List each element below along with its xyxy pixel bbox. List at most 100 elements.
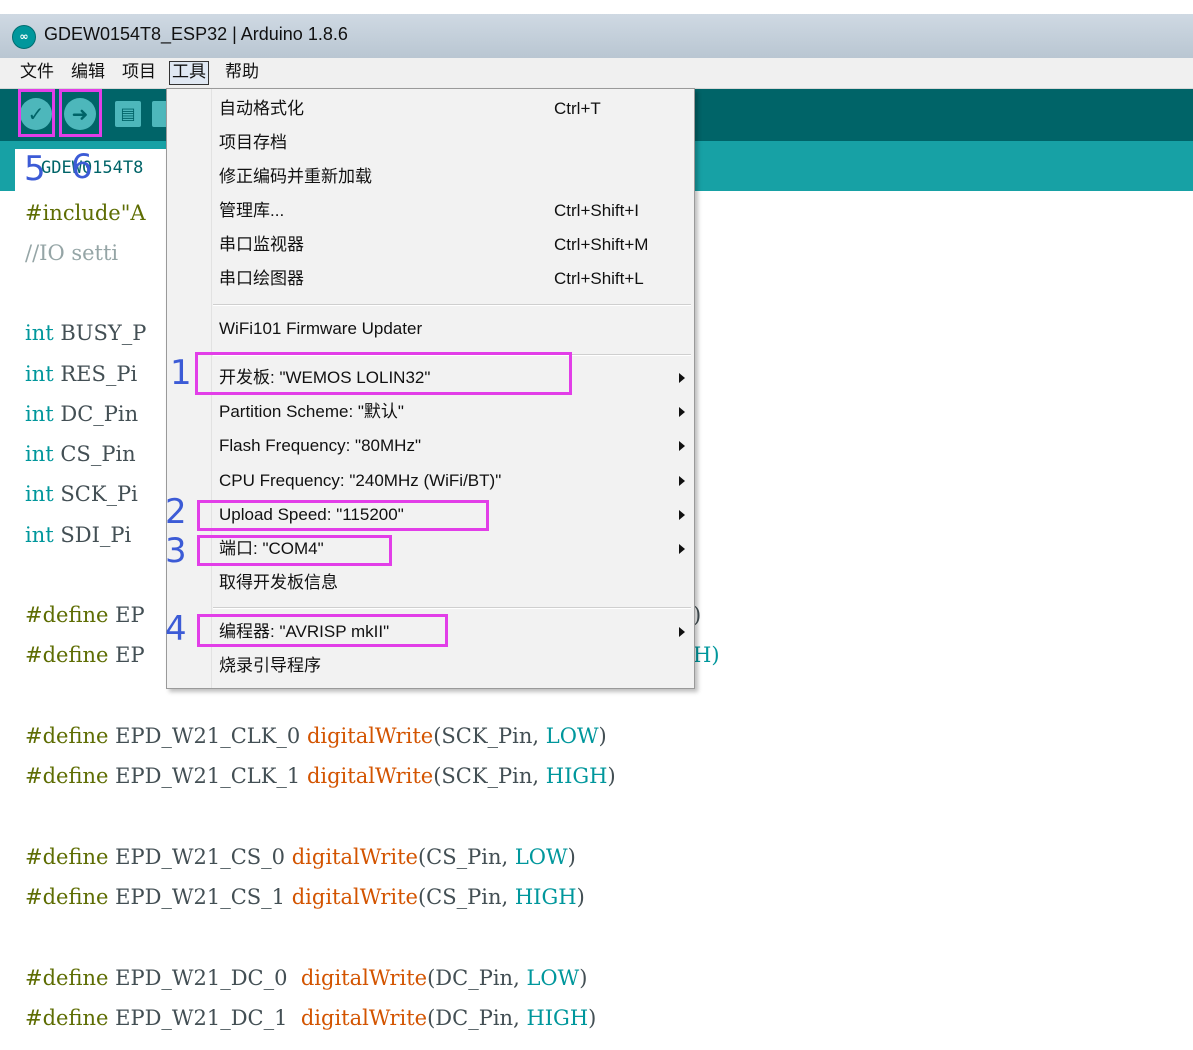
code-text: ) <box>588 1006 597 1030</box>
code-function: digitalWrite <box>306 764 434 788</box>
shortcut-label: Ctrl+Shift+L <box>554 269 644 288</box>
code-text: EP <box>108 643 145 667</box>
code-text: EPD_W21_CS_1 <box>108 885 292 909</box>
code-text: DC_Pin <box>53 402 139 426</box>
code-line: //IO setti <box>25 241 119 265</box>
code-directive: #define <box>25 603 109 627</box>
menu-item-manage-libraries[interactable]: 管理库... <box>219 196 284 226</box>
code-text: ) <box>711 643 720 667</box>
menu-help[interactable]: 帮助 <box>223 61 261 83</box>
highlight-box-port <box>197 535 392 566</box>
code-directive: #define <box>25 1006 109 1030</box>
code-text: EPD_W21_DC_1 <box>108 1006 301 1030</box>
shortcut-label: Ctrl+T <box>554 99 601 118</box>
code-text: (CS_Pin, <box>417 885 515 909</box>
code-text: (SCK_Pin, <box>433 764 546 788</box>
code-line: int SDI_Pi <box>25 523 131 547</box>
code-constant: LOW <box>526 966 580 990</box>
menu-file[interactable]: 文件 <box>18 61 56 83</box>
menu-item-partition-scheme[interactable]: Partition Scheme: "默认" <box>219 397 404 427</box>
code-function: digitalWrite <box>291 885 418 909</box>
code-line: int SCK_Pi <box>25 482 138 506</box>
code-line: #define EPD_W21_CLK_0 digitalWrite(SCK_P… <box>25 724 607 748</box>
submenu-arrow-icon <box>679 407 685 417</box>
annotation-number: 2 <box>165 492 187 532</box>
code-text: BUSY_P <box>53 321 147 345</box>
code-text: ) <box>598 724 607 748</box>
new-sketch-button[interactable]: ▤ <box>115 101 141 127</box>
annotation-number: 4 <box>165 609 187 649</box>
shortcut-label: Ctrl+Shift+M <box>554 235 649 254</box>
code-line: #include"A <box>25 201 146 225</box>
highlight-box-board <box>195 352 572 395</box>
code-line: int RES_Pi <box>25 362 137 386</box>
highlight-box-programmer <box>197 614 448 647</box>
menu-item-auto-format[interactable]: 自动格式化 <box>219 94 304 124</box>
code-text: (DC_Pin, <box>427 1006 527 1030</box>
code-function: digitalWrite <box>300 966 428 990</box>
code-line: #define EPD_W21_CLK_1 digitalWrite(SCK_P… <box>25 764 616 788</box>
menu-item-archive-sketch[interactable]: 项目存档 <box>219 128 287 158</box>
menu-separator <box>213 304 691 306</box>
code-text: (SCK_Pin, <box>433 724 546 748</box>
code-directive: #define <box>25 885 109 909</box>
menu-tools[interactable]: 工具 <box>169 61 209 85</box>
code-constant: H <box>693 643 712 667</box>
code-function: digitalWrite <box>306 724 434 748</box>
code-text: EPD_W21_CLK_1 <box>108 764 307 788</box>
shortcut-label: Ctrl+Shift+I <box>554 201 640 220</box>
menu-edit[interactable]: 编辑 <box>69 61 107 83</box>
code-directive: #define <box>25 966 109 990</box>
annotation-number: 6 <box>71 147 93 187</box>
window-titlebar: ∞ GDEW0154T8_ESP32 | Arduino 1.8.6 <box>0 14 1193 58</box>
submenu-arrow-icon <box>679 544 685 554</box>
highlight-box-upload <box>59 89 102 137</box>
menu-item-wifi101-updater[interactable]: WiFi101 Firmware Updater <box>219 314 422 344</box>
menu-item-flash-frequency[interactable]: Flash Frequency: "80MHz" <box>219 431 421 461</box>
code-directive: #define <box>25 845 109 869</box>
code-line: #define EPD_W21_DC_1 digitalWrite(DC_Pin… <box>25 1006 596 1030</box>
menu-item-board-info[interactable]: 取得开发板信息 <box>219 568 338 598</box>
code-line: #define EP <box>25 643 145 667</box>
menu-sketch[interactable]: 项目 <box>120 61 158 83</box>
code-text: (CS_Pin, <box>417 845 515 869</box>
code-function: digitalWrite <box>291 845 418 869</box>
code-line: #define EPD_W21_DC_0 digitalWrite(DC_Pin… <box>25 966 587 990</box>
code-keyword: int <box>25 362 54 386</box>
code-text: ) <box>579 966 588 990</box>
code-text: SDI_Pi <box>53 523 132 547</box>
code-line: int DC_Pin <box>25 402 138 426</box>
code-constant: LOW <box>514 845 568 869</box>
code-text: EPD_W21_DC_0 <box>108 966 301 990</box>
code-text: SCK_Pi <box>53 482 138 506</box>
code-keyword: int <box>25 482 54 506</box>
code-line: #define EPD_W21_CS_0 digitalWrite(CS_Pin… <box>25 845 576 869</box>
code-keyword: int <box>25 402 54 426</box>
annotation-number: 1 <box>170 353 192 393</box>
submenu-arrow-icon <box>679 441 685 451</box>
code-text: (DC_Pin, <box>427 966 527 990</box>
code-line: #define EPD_W21_CS_1 digitalWrite(CS_Pin… <box>25 885 585 909</box>
menu-item-burn-bootloader[interactable]: 烧录引导程序 <box>219 651 321 681</box>
code-text: CS_Pin <box>53 442 136 466</box>
code-text: ) <box>576 885 585 909</box>
highlight-box-upload-speed <box>197 500 489 531</box>
menubar: 文件 编辑 项目 工具 帮助 <box>0 58 1193 89</box>
code-function: digitalWrite <box>300 1006 428 1030</box>
highlight-box-verify <box>18 89 55 137</box>
code-constant: HIGH <box>545 764 608 788</box>
code-keyword: int <box>25 321 54 345</box>
annotation-number: 5 <box>24 149 46 189</box>
menu-item-fix-encoding[interactable]: 修正编码并重新加载 <box>219 162 372 192</box>
code-text: RES_Pi <box>53 362 138 386</box>
code-keyword: int <box>25 442 54 466</box>
arduino-logo-icon: ∞ <box>12 25 36 49</box>
menu-item-cpu-frequency[interactable]: CPU Frequency: "240MHz (WiFi/BT)" <box>219 466 501 496</box>
code-directive: #define <box>25 724 109 748</box>
code-keyword: int <box>25 523 54 547</box>
code-line: #define EP <box>25 603 145 627</box>
menu-item-serial-plotter[interactable]: 串口绘图器 <box>219 264 304 294</box>
menu-separator <box>213 607 691 609</box>
menu-item-serial-monitor[interactable]: 串口监视器 <box>219 230 304 260</box>
code-line: int CS_Pin <box>25 442 136 466</box>
